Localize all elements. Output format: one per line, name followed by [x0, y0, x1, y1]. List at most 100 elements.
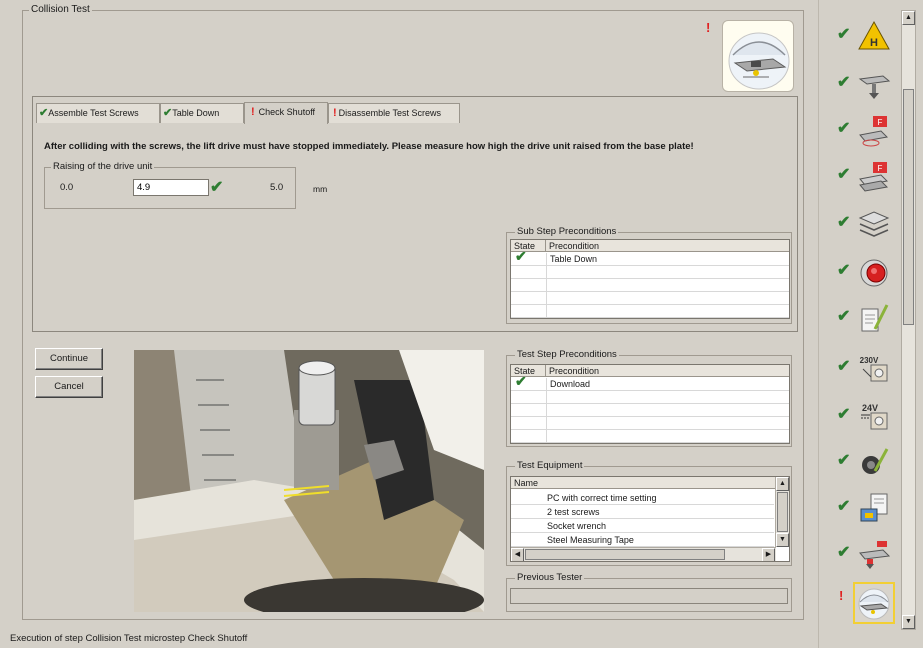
range-max: 5.0	[270, 182, 284, 193]
voltage-230v-icon: 230V	[860, 356, 888, 382]
force-stack-icon: F	[859, 162, 889, 192]
raising-value-input[interactable]	[133, 179, 209, 196]
equipment-vscroll[interactable]: ▲ ▼	[775, 477, 789, 547]
sidebar-item-force-stack[interactable]: ✔ F	[831, 156, 893, 196]
instruction-photo	[134, 350, 484, 612]
instruction-text: After colliding with the screws, the lif…	[44, 141, 694, 152]
sidebar-item-screws-drive[interactable]: ✔	[831, 534, 893, 574]
sidebar-item-warning[interactable]: ✔ H	[831, 16, 893, 56]
scroll-up-icon[interactable]: ▲	[776, 477, 789, 491]
check-icon: ✔	[837, 214, 851, 231]
check-icon: ✔	[837, 262, 851, 279]
warning-icon: !	[333, 107, 337, 119]
document-sign-icon	[861, 304, 889, 332]
list-item[interactable]: Steel Measuring Tape	[511, 534, 774, 547]
voltage-24v-icon: 24V	[861, 403, 888, 430]
test-equipment-title: Test Equipment	[515, 460, 585, 471]
warning-icon: !	[839, 588, 844, 603]
raising-title: Raising of the drive unit	[51, 161, 155, 172]
check-icon: ✔	[163, 107, 173, 119]
warning-icon: !	[706, 20, 711, 35]
scroll-thumb[interactable]	[777, 492, 788, 532]
check-icon: ✔	[837, 26, 851, 43]
sidebar-item-emergency-stop[interactable]: ✔	[831, 252, 893, 292]
table-row[interactable]	[511, 391, 789, 404]
list-item[interactable]: Socket wrench	[511, 520, 774, 533]
check-icon: ✔	[515, 248, 527, 264]
table-row[interactable]	[511, 292, 789, 305]
screws-drive-icon	[859, 541, 891, 569]
continue-button[interactable]: Continue	[35, 348, 103, 370]
check-icon: ✔	[837, 498, 851, 515]
layers-icon	[858, 211, 890, 237]
group-title: Collision Test	[29, 4, 92, 15]
range-min: 0.0	[60, 182, 74, 193]
sidebar-item-force-measure[interactable]: ✔ F	[831, 110, 893, 150]
table-row[interactable]	[511, 266, 789, 279]
cancel-button[interactable]: Cancel	[35, 376, 103, 398]
scroll-thumb[interactable]	[525, 549, 725, 560]
svg-text:230V: 230V	[860, 356, 879, 365]
sidebar-item-collision-test[interactable]: !	[829, 580, 899, 626]
sidebar-item-calibration[interactable]: ✔	[831, 488, 893, 528]
check-icon: ✔	[837, 406, 851, 423]
table-row[interactable]: ✔ Table Down	[511, 248, 789, 266]
force-measure-icon: F	[859, 116, 889, 147]
column-header-precondition[interactable]: Precondition	[546, 365, 789, 377]
warning-h-icon: H	[858, 20, 890, 50]
sidebar-item-layers[interactable]: ✔	[831, 204, 893, 244]
table-row[interactable]	[511, 430, 789, 443]
scroll-left-icon[interactable]: ◀	[511, 548, 524, 561]
check-icon: ✔	[39, 107, 49, 119]
check-icon: ✔	[837, 74, 851, 91]
list-item[interactable]: 2 test screws	[511, 506, 774, 519]
table-row[interactable]	[511, 404, 789, 417]
warning-icon: !	[251, 106, 255, 118]
table-row[interactable]	[511, 417, 789, 430]
test-step-title: Test Step Preconditions	[515, 349, 619, 360]
svg-text:F: F	[878, 164, 883, 173]
scroll-up-icon[interactable]: ▲	[902, 11, 915, 25]
tab-check-shutoff[interactable]: ! Check Shutoff	[244, 102, 328, 124]
svg-text:H: H	[870, 37, 878, 49]
scroll-down-icon[interactable]: ▼	[776, 533, 789, 547]
sidebar-item-document-sign[interactable]: ✔	[831, 298, 893, 338]
sidebar-item-24v[interactable]: ✔ 24V	[831, 396, 893, 436]
table-lift-icon	[858, 75, 891, 99]
tab-table-down[interactable]: ✔Table Down	[160, 103, 244, 123]
svg-text:F: F	[878, 118, 883, 127]
sidebar-item-table-lift[interactable]: ✔	[831, 64, 893, 104]
sidebar-item-230v[interactable]: ✔ 230V	[831, 348, 893, 388]
column-header-name[interactable]: Name	[511, 477, 776, 489]
list-item[interactable]: PC with correct time setting	[511, 492, 774, 505]
check-icon: ✔	[837, 358, 851, 375]
previous-tester-title: Previous Tester	[515, 572, 585, 583]
check-icon: ✔	[515, 373, 527, 389]
table-row[interactable]	[511, 279, 789, 292]
table-row[interactable]	[511, 305, 789, 318]
check-icon: ✔	[837, 308, 851, 325]
scroll-right-icon[interactable]: ▶	[762, 548, 775, 561]
unit-label: mm	[313, 184, 328, 194]
tab-disassemble-test-screws[interactable]: ! Disassemble Test Screws	[328, 103, 460, 123]
check-icon: ✔	[837, 120, 851, 137]
sidebar-item-cable[interactable]: ✔	[831, 442, 893, 482]
check-icon: ✔	[837, 452, 851, 469]
main-vscroll[interactable]: ▲ ▼	[901, 10, 916, 630]
main-area: Collision Test ! ✔Assemble Test Screws ✔…	[0, 0, 818, 648]
scroll-down-icon[interactable]: ▼	[902, 615, 915, 629]
column-header-precondition[interactable]: Precondition	[546, 240, 789, 252]
scroll-thumb[interactable]	[903, 89, 914, 325]
check-icon: ✔	[837, 544, 851, 561]
status-bar: Execution of step Collision Test microst…	[10, 633, 248, 644]
table-row[interactable]: ✔ Download	[511, 373, 789, 391]
calibration-icon	[860, 493, 888, 522]
test-equipment-grid[interactable]: Name PC with correct time setting 2 test…	[510, 476, 790, 562]
test-step-grid[interactable]: State Precondition ✔ Download	[510, 364, 790, 444]
emergency-stop-icon	[860, 259, 888, 287]
collision-test-picture	[722, 20, 794, 92]
svg-text:24V: 24V	[862, 403, 878, 413]
tab-assemble-test-screws[interactable]: ✔Assemble Test Screws	[36, 103, 160, 123]
sub-step-grid[interactable]: State Precondition ✔ Table Down	[510, 239, 790, 319]
equipment-hscroll[interactable]: ◀ ▶	[511, 547, 776, 561]
